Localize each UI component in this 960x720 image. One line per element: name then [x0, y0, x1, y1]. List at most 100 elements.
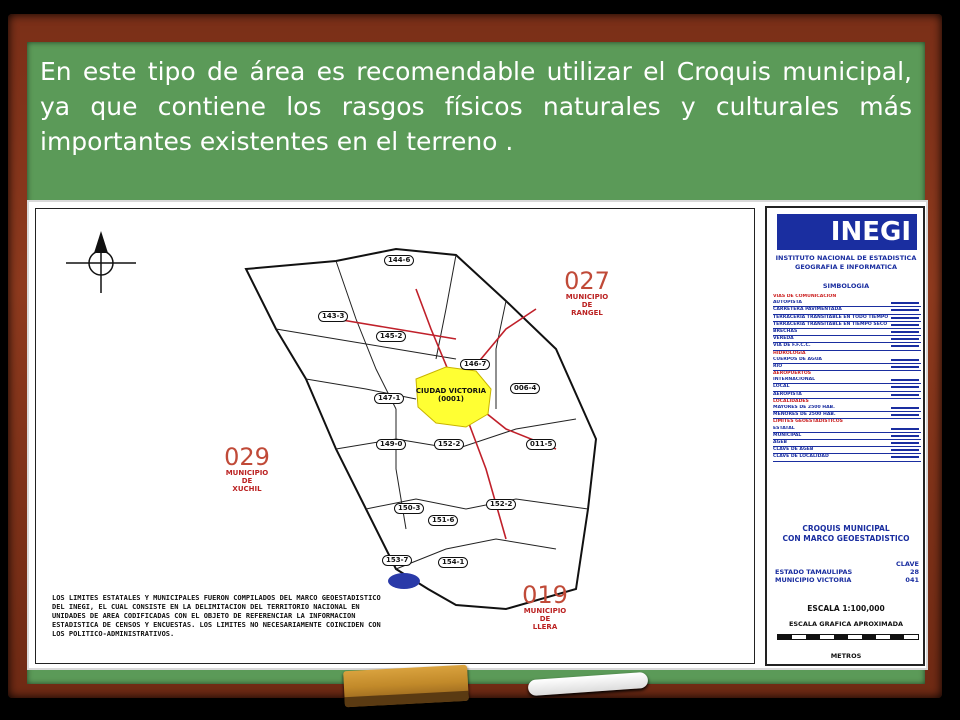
- legend-symbol-icon: [891, 379, 919, 382]
- legend-row-label: CUERPOS DE AGUA: [773, 356, 822, 362]
- legend-symbol-icon: [891, 358, 919, 361]
- legend-symbol-icon: [891, 456, 919, 459]
- legend-row-label: VEREDA: [773, 336, 794, 342]
- legend-row: CUERPOS DE AGUA: [773, 357, 921, 364]
- municipio-value: 041: [905, 576, 919, 584]
- city-name: CIUDAD VICTORIA: [415, 387, 487, 395]
- legend-row: CLAVE DE LOCALIDAD: [773, 454, 921, 462]
- ageb-label: 006-4: [510, 383, 541, 394]
- water-body-icon: [388, 573, 420, 589]
- legend-symbol-icon: [891, 427, 919, 430]
- clave-municipio: MUNICIPIO VICTORIA 041: [775, 576, 919, 584]
- legend-row-label: BRECHAS: [773, 328, 798, 334]
- ageb-label: 150-3: [394, 503, 425, 514]
- legend-row: MUNICIPAL: [773, 433, 921, 440]
- legend-symbol-icon: [891, 393, 919, 396]
- neighbor-rangel: 027 MUNICIPIO DE RANGEL: [564, 267, 610, 317]
- legend-row: VEREDA: [773, 336, 921, 344]
- neighbor-llera: 019 MUNICIPIO DE LLERA: [522, 581, 568, 631]
- municipio-label: MUNICIPIO VICTORIA: [775, 576, 852, 584]
- ageb-label: 151-6: [428, 515, 459, 526]
- legend-row-label: AEROPUERTOS: [773, 371, 812, 377]
- simbologia-list: VIAS DE COMUNICACION AUTOPISTA CARRETERA P…: [773, 294, 921, 462]
- ageb-label: 145-2: [376, 331, 407, 342]
- legend-row-label: INTERNACIONAL: [773, 377, 816, 383]
- ageb-label: 154-1: [438, 557, 469, 568]
- ageb-label: 146-7: [460, 359, 491, 370]
- legend-row-label: CLAVE DE AGEB: [773, 447, 814, 453]
- slide-caption: En este tipo de área es recomendable uti…: [40, 57, 912, 156]
- legend-symbol-icon: [891, 407, 919, 409]
- legend-symbol-icon: [891, 441, 919, 444]
- legend-symbol-icon: [891, 316, 919, 319]
- inegi-logo: INEGI: [777, 214, 917, 250]
- legend-row: MENORES DE 2500 HAB.: [773, 412, 921, 420]
- croquis-line-1: CROQUIS MUNICIPAL: [802, 524, 890, 533]
- legend-symbol-icon: [891, 449, 919, 452]
- legend-row: LOCAL: [773, 384, 921, 392]
- legend-row: CARRETERA PAVIMENTADA: [773, 307, 921, 315]
- institute-line-2: GEOGRAFIA E INFORMATICA: [794, 263, 897, 271]
- clave-estado: ESTADO TAMAULIPAS 28: [775, 568, 919, 576]
- scale-bar: [777, 634, 919, 640]
- institute-line-1: INSTITUTO NACIONAL DE ESTADISTICA: [775, 254, 917, 262]
- legend-row-label: CARRETERA PAVIMENTADA: [773, 307, 842, 313]
- legend-symbol-icon: [891, 302, 919, 305]
- legend-row-label: ESTATAL: [773, 425, 795, 431]
- legend-row-label: CLAVE DE LOCALIDAD: [773, 454, 829, 460]
- metros-label: METROS: [830, 652, 862, 660]
- legend-row-label: LOCAL: [773, 384, 790, 390]
- legend-row: TERRACERIA TRANSITABLE EN TODO TIEMPO: [773, 315, 921, 322]
- legend-row-label: TERRACERIA TRANSITABLE EN TODO TIEMPO: [773, 314, 889, 320]
- legend-row: AUTOPISTA: [773, 300, 921, 308]
- legend-row-label: LOCALIDADES: [773, 398, 809, 404]
- legend-row: MAYORES DE 2500 HAB.: [773, 405, 921, 413]
- legend-row: ESTATAL: [773, 426, 921, 433]
- legend-row-label: AEROPISTA: [773, 391, 802, 397]
- simbologia-title: SIMBOLOGIA: [822, 282, 870, 290]
- ageb-label: 011-5: [526, 439, 557, 450]
- chalkboard-eraser: [343, 664, 469, 708]
- estado-value: 28: [909, 568, 919, 576]
- legend-symbol-icon: [891, 365, 919, 368]
- legend-symbol-icon: [891, 309, 919, 312]
- ageb-label: 144-6: [384, 255, 415, 266]
- legend-row: BRECHAS: [773, 328, 921, 337]
- ageb-label: 143-3: [318, 311, 349, 322]
- legend-row: AGEB: [773, 439, 921, 448]
- croquis-line-2: CON MARCO GEOESTADISTICO: [782, 534, 910, 543]
- legend-row: AEROPISTA: [773, 392, 921, 399]
- clave-block: CLAVE ESTADO TAMAULIPAS 28 MUNICIPIO VIC…: [775, 560, 919, 584]
- map-area: 027 MUNICIPIO DE RANGEL 029 MUNICIPIO DE…: [35, 208, 755, 664]
- north-arrow-icon: [66, 231, 136, 293]
- legend-row-label: AGEB: [773, 439, 787, 445]
- clave-header: CLAVE: [896, 560, 919, 568]
- legend-row-label: LIMITES GEOESTADISTICOS: [773, 419, 843, 425]
- ageb-label: 152-2: [486, 499, 517, 510]
- legend-row: TERRACERIA TRANSITABLE EN TIEMPO SECO: [773, 322, 921, 329]
- croquis-title: CROQUIS MUNICIPAL CON MARCO GEOESTADISTI…: [771, 524, 921, 544]
- estado-label: ESTADO TAMAULIPAS: [775, 568, 853, 576]
- map-note: LOS LIMITES ESTATALES Y MUNICIPALES FUER…: [52, 594, 381, 638]
- legend-row: VIA DE F.F.C.C.: [773, 343, 921, 351]
- municipal-map-sheet: 027 MUNICIPIO DE RANGEL 029 MUNICIPIO DE…: [27, 200, 928, 670]
- scale-text: ESCALA 1:100,000: [807, 604, 885, 613]
- legend-panel: INEGI INSTITUTO NACIONAL DE ESTADISTICA …: [765, 206, 925, 666]
- legend-symbol-icon: [891, 434, 919, 437]
- neighbor-xuchil: 029 MUNICIPIO DE XUCHIL: [224, 443, 270, 493]
- legend-symbol-icon: [891, 338, 919, 341]
- legend-row-label: AUTOPISTA: [773, 300, 802, 306]
- legend-row-label: TERRACERIA TRANSITABLE EN TIEMPO SECO: [773, 321, 888, 327]
- legend-symbol-icon: [891, 386, 919, 389]
- graphic-scale-text: ESCALA GRAFICA APROXIMADA: [788, 620, 904, 628]
- legend-row-label: VIAS DE COMUNICACION: [773, 294, 837, 299]
- legend-row-label: RIO: [773, 363, 783, 369]
- ageb-label: 152-2: [434, 439, 465, 450]
- ageb-label: 149-0: [376, 439, 407, 450]
- city-label: CIUDAD VICTORIA (0001): [406, 387, 496, 403]
- city-code: (0001): [438, 395, 464, 403]
- legend-symbol-icon: [891, 414, 919, 417]
- legend-row-label: MAYORES DE 2500 HAB.: [773, 405, 835, 410]
- legend-row-label: MUNICIPAL: [773, 432, 802, 438]
- ageb-label: 147-1: [374, 393, 405, 404]
